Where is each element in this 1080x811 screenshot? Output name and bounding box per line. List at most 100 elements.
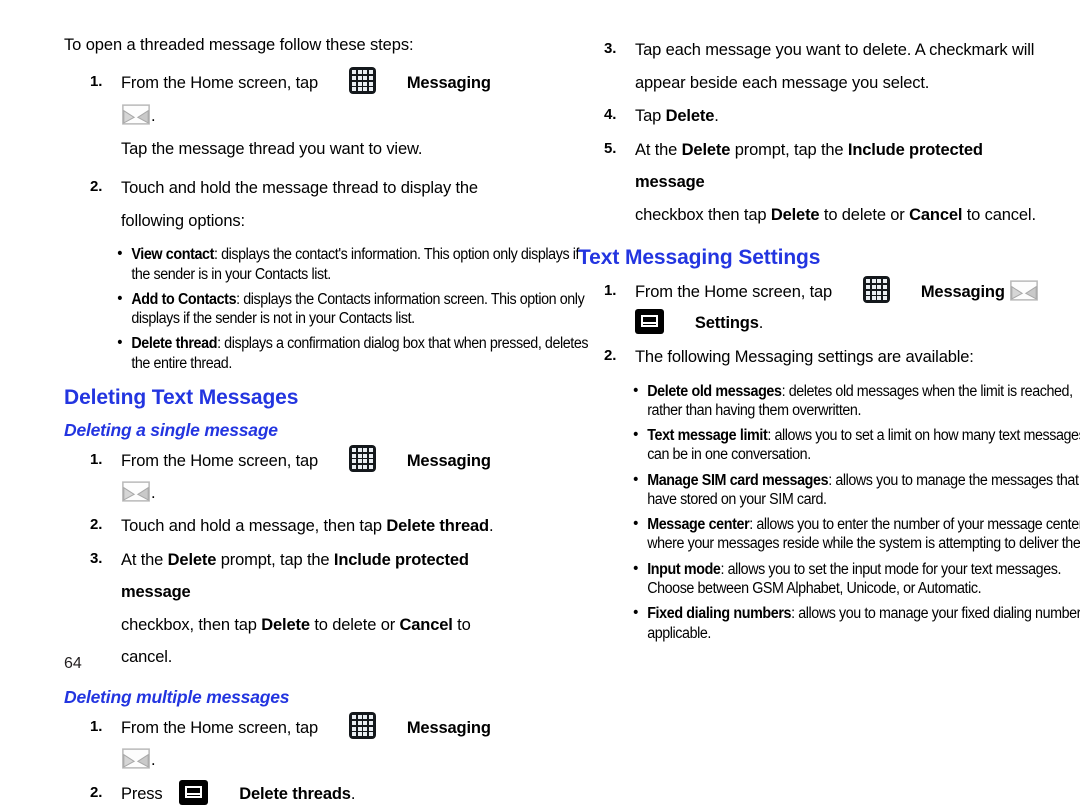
section-heading: Text Messaging Settings: [578, 246, 821, 270]
step-text: to cancel.: [966, 205, 1036, 224]
step-number: 1.: [90, 451, 103, 469]
step-text-cont: appear beside each message you select.: [635, 74, 930, 93]
step-number: 1.: [604, 282, 617, 300]
messaging-label: Messaging: [920, 283, 1005, 302]
step-text: Touch and hold a message, then tap: [121, 517, 382, 536]
step-text: At the: [635, 140, 678, 159]
menu-icon: [179, 779, 209, 805]
step-item: 1. From the Home screen, tap Messaging: [578, 276, 1040, 308]
step-number: 3.: [90, 549, 103, 567]
step-text-cont: checkbox, then tap Delete to delete or C…: [64, 609, 524, 673]
step-item: 1. From the Home screen, tap Messaging .: [64, 712, 524, 776]
step-suffix: .: [714, 107, 719, 126]
step-text: From the Home screen, tap: [635, 283, 833, 302]
step-number: 2.: [90, 177, 103, 195]
section-subheading: Deleting multiple messages: [64, 687, 290, 708]
bullet-dot: •: [117, 289, 123, 307]
list-item: • Delete old messages: deletes old messag…: [578, 382, 1080, 421]
step-bold: Cancel: [909, 205, 963, 224]
step-text: prompt, tap the: [220, 550, 330, 569]
step-text: checkbox, then tap: [121, 615, 257, 634]
bullet-dot: •: [633, 604, 638, 622]
list-item: • Fixed dialing numbers: allows you to ma…: [578, 604, 1080, 643]
list-item: • Add to Contacts: displays the Contacts …: [64, 290, 592, 329]
section-subheading: Deleting a single message: [64, 420, 278, 441]
left-column: To open a threaded message follow these …: [64, 34, 589, 811]
step-suffix: .: [151, 484, 156, 503]
step-text: At the: [121, 550, 164, 569]
section-heading: Deleting Text Messages: [64, 385, 299, 409]
step-suffix: .: [488, 517, 494, 536]
right-column: 3. Tap each message you want to delete. …: [578, 34, 1080, 649]
bullet-term: Message center: [647, 516, 750, 534]
messaging-envelope-icon: [122, 748, 150, 770]
messaging-envelope-icon: [1010, 280, 1039, 301]
step-number: 2.: [90, 516, 103, 534]
step-text: Tap each message you want to delete. A c…: [635, 41, 1035, 59]
menu-icon: [635, 309, 664, 335]
step-bold: Cancel: [399, 615, 453, 634]
step-bold: Delete: [167, 550, 217, 569]
messaging-label: Messaging: [406, 452, 491, 471]
step-number: 5.: [604, 139, 617, 157]
step-item: 2. Touch and hold a message, then tap De…: [64, 510, 524, 542]
bullet-term: Text message limit: [647, 427, 768, 445]
step-suffix: .: [758, 314, 764, 333]
list-item: • Delete thread: displays a confirmation …: [64, 334, 592, 373]
bullet-dot: •: [633, 559, 638, 577]
step-item: 2. The following Messaging settings are …: [578, 341, 1040, 373]
step-bold: Delete: [665, 107, 715, 126]
messaging-label: Messaging: [406, 74, 491, 93]
bullet-term: Add to Contacts: [131, 290, 237, 308]
list-item: • Text message limit: allows you to set a…: [578, 426, 1080, 465]
step-bold: Delete threads: [239, 784, 351, 803]
bullet-term: View contact: [131, 246, 215, 264]
bullet-term: Delete old messages: [647, 382, 782, 400]
list-item: • Input mode: allows you to set the input…: [578, 560, 1080, 599]
apps-grid-icon: [348, 67, 376, 95]
step-text: From the Home screen, tap: [121, 74, 319, 93]
step-item: 5. At the Delete prompt, tap the Include…: [578, 134, 1040, 198]
list-item: • Message center: allows you to enter the…: [578, 515, 1080, 554]
apps-grid-icon: [348, 712, 376, 740]
step-bold: Delete thread: [386, 517, 489, 536]
step-text: From the Home screen, tap: [121, 452, 319, 471]
document-page: To open a threaded message follow these …: [0, 0, 1080, 805]
bullet-dot: •: [117, 245, 123, 263]
step-text: prompt, tap the: [734, 140, 844, 159]
bullet-term: Fixed dialing numbers: [647, 605, 792, 623]
messaging-label: Messaging: [406, 719, 491, 738]
bullet-term: Delete thread: [131, 335, 218, 353]
settings-label: Settings: [694, 314, 759, 333]
list-item: • Manage SIM card messages: allows you to…: [578, 471, 1080, 510]
messaging-envelope-icon: [122, 103, 150, 125]
step-text: Press: [121, 784, 163, 803]
bullet-dot: •: [117, 334, 123, 352]
step-item: 3. At the Delete prompt, tap the Include…: [64, 544, 524, 608]
bullet-dot: •: [633, 426, 638, 444]
step-item: 2. Touch and hold the message thread to …: [64, 172, 524, 204]
page-number: 64: [64, 655, 82, 672]
bullet-dot: •: [633, 470, 638, 488]
step-number: 4.: [604, 106, 617, 124]
step-item: 1. From the Home screen, tap Messaging .: [64, 445, 524, 509]
step-suffix: .: [350, 784, 356, 803]
step-text: checkbox then tap: [635, 205, 767, 224]
apps-grid-icon: [348, 445, 376, 473]
step-item: 1. From the Home screen, tap Messaging .: [64, 67, 524, 131]
step-number: 1.: [90, 718, 103, 736]
step-number: 2.: [604, 347, 617, 365]
step-item: 4. Tap Delete.: [578, 100, 1040, 132]
step-text: to delete or: [314, 615, 396, 634]
step-text: to delete or: [823, 205, 905, 224]
step-suffix: .: [151, 751, 156, 770]
step-bold: Delete: [681, 140, 731, 159]
step-text: Tap: [635, 107, 662, 126]
bullet-term: Manage SIM card messages: [647, 471, 829, 489]
bullet-dot: •: [633, 381, 638, 399]
step-item: 3. Tap each message you want to delete. …: [578, 34, 1040, 66]
step-substep: Tap the message thread you want to view.: [121, 139, 423, 158]
bullet-term: Input mode: [647, 560, 721, 578]
step-text: The following Messaging settings are ava…: [635, 348, 974, 367]
intro-paragraph: To open a threaded message follow these …: [64, 36, 414, 54]
